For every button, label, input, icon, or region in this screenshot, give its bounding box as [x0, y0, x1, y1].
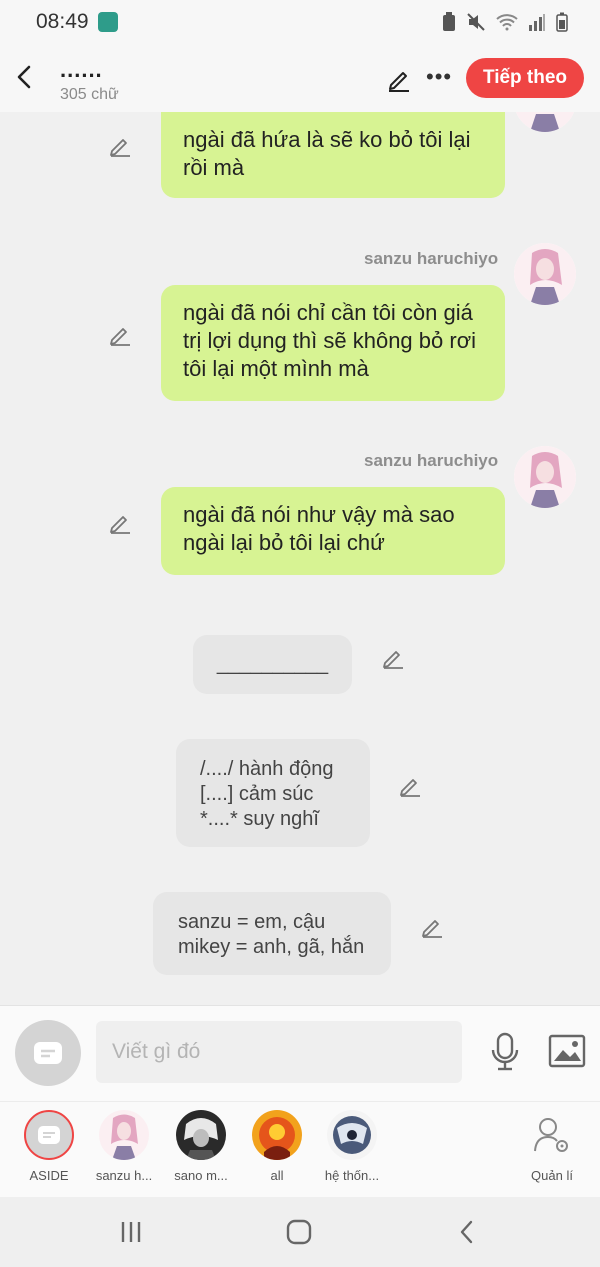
- character-aside[interactable]: ASIDE: [11, 1110, 87, 1183]
- message-text: ngài đã hứa là sẽ ko bỏ tôi lại rồi mà: [183, 127, 471, 180]
- aside-note-legend[interactable]: /..../ hành động [....] cảm súc *....* s…: [176, 739, 370, 847]
- message-bubble[interactable]: ngài đã nói chỉ cần tôi còn giá trị lợi …: [161, 285, 505, 401]
- back-arrow-icon[interactable]: [14, 64, 36, 90]
- word-count: 305 chữ: [60, 86, 119, 103]
- character-name: hệ thốn...: [324, 1168, 380, 1183]
- story-title: ......: [60, 57, 103, 82]
- more-options-icon[interactable]: •••: [426, 66, 452, 88]
- message-text: ngài đã nói chỉ cần tôi còn giá trị lợi …: [183, 300, 477, 381]
- character-sano[interactable]: sano m...: [163, 1110, 239, 1183]
- avatar-sano: [176, 1110, 226, 1160]
- message-input[interactable]: [96, 1021, 462, 1083]
- app-notification-icon: [98, 12, 118, 32]
- sender-name: sanzu haruchiyo: [364, 249, 499, 268]
- character-name: Quản lí: [531, 1168, 573, 1183]
- avatar-sanzu: [99, 1110, 149, 1160]
- pronoun-line: sanzu = em, cậu: [178, 911, 326, 933]
- legend-line: [....] cảm súc: [200, 783, 314, 805]
- aside-character-icon: [24, 1110, 74, 1160]
- message-bubble[interactable]: ngài đã hứa là sẽ ko bỏ tôi lại rồi mà: [161, 112, 505, 198]
- edit-message-icon[interactable]: [108, 322, 132, 346]
- character-all[interactable]: all: [239, 1110, 315, 1183]
- character-system[interactable]: hệ thốn...: [314, 1110, 390, 1183]
- aside-toggle-button[interactable]: [15, 1020, 81, 1086]
- character-sanzu[interactable]: sanzu h...: [86, 1110, 162, 1183]
- message-text: ngài đã nói như vậy mà sao ngài lại bỏ t…: [183, 502, 455, 555]
- avatar-sanzu[interactable]: [514, 243, 576, 305]
- edit-message-icon[interactable]: [108, 510, 132, 534]
- character-name: sano m...: [174, 1168, 228, 1183]
- message-bubble[interactable]: ngài đã nói như vậy mà sao ngài lại bỏ t…: [161, 487, 505, 575]
- image-gallery-icon[interactable]: [548, 1034, 586, 1068]
- edit-message-icon[interactable]: [108, 133, 132, 157]
- legend-line: *....* suy nghĩ: [200, 808, 319, 830]
- avatar-system: [327, 1110, 377, 1160]
- wifi-icon: [496, 14, 518, 31]
- aside-note-pronouns[interactable]: sanzu = em, cậu mikey = anh, gã, hắn: [153, 892, 391, 975]
- character-name: all: [270, 1168, 284, 1183]
- pronoun-line: mikey = anh, gã, hắn: [178, 936, 365, 958]
- status-icons: [442, 12, 568, 32]
- battery-icon: [556, 12, 568, 32]
- mute-icon: [467, 13, 485, 31]
- edit-message-icon[interactable]: [381, 645, 405, 669]
- aside-icon: [34, 1042, 62, 1064]
- avatar-sanzu[interactable]: [514, 112, 576, 132]
- next-button[interactable]: Tiếp theo: [466, 58, 584, 98]
- home-icon[interactable]: [285, 1218, 313, 1246]
- recent-apps-icon[interactable]: [118, 1219, 144, 1245]
- system-back-icon[interactable]: [456, 1219, 478, 1245]
- divider-text: __________: [216, 653, 329, 675]
- sender-name: sanzu haruchiyo: [364, 451, 499, 470]
- signal-icon: [529, 14, 545, 31]
- avatar-all: [252, 1110, 302, 1160]
- manage-user-gear-icon: [527, 1110, 577, 1160]
- edit-message-icon[interactable]: [420, 914, 444, 938]
- avatar-sanzu[interactable]: [514, 446, 576, 508]
- legend-line: /..../ hành động: [200, 758, 334, 780]
- status-time: 08:49: [36, 10, 89, 33]
- chat-area: ngài đã hứa là sẽ ko bỏ tôi lại rồi mà s…: [0, 112, 600, 1006]
- manage-characters-button[interactable]: Quản lí: [514, 1110, 590, 1183]
- character-name: ASIDE: [29, 1168, 69, 1183]
- edit-pencil-icon[interactable]: [386, 66, 412, 92]
- battery-saver-icon: [443, 12, 455, 31]
- edit-message-icon[interactable]: [398, 773, 422, 797]
- aside-note-divider[interactable]: __________: [193, 635, 352, 694]
- microphone-icon[interactable]: [490, 1032, 520, 1072]
- character-name: sanzu h...: [95, 1168, 153, 1183]
